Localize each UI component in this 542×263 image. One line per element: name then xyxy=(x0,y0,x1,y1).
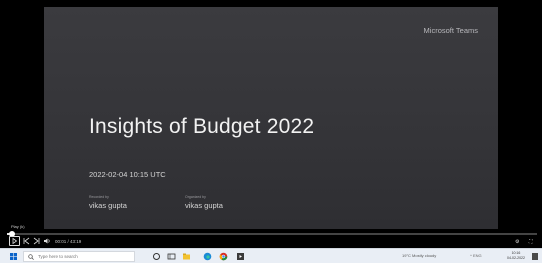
play-icon xyxy=(12,237,18,245)
recorded-by-name: vikas gupta xyxy=(89,201,127,210)
windows-start-icon[interactable] xyxy=(10,253,17,260)
skip-forward-icon xyxy=(33,237,40,245)
organized-by-block: Organized by vikas gupta xyxy=(185,195,223,210)
brand-label: Microsoft Teams xyxy=(423,26,478,35)
skip-back-icon xyxy=(23,237,30,245)
fullscreen-button[interactable]: ⛶ xyxy=(529,238,533,247)
weather-widget[interactable]: 19°C Mostly cloudy xyxy=(402,253,436,258)
search-icon xyxy=(28,254,34,260)
skip-forward-button[interactable] xyxy=(33,237,40,245)
slide-frame: Microsoft Teams Insights of Budget 2022 … xyxy=(44,7,498,229)
slide-title: Insights of Budget 2022 xyxy=(89,115,315,138)
search-placeholder: Type here to search xyxy=(38,254,78,259)
play-button[interactable] xyxy=(9,236,20,246)
settings-button[interactable]: ⚙ xyxy=(515,238,519,247)
volume-button[interactable] xyxy=(43,237,51,245)
video-player: Microsoft Teams Insights of Budget 2022 … xyxy=(0,0,542,248)
file-explorer-icon[interactable] xyxy=(182,252,191,261)
recorded-by-label: Recorded by xyxy=(89,195,109,199)
task-view-icon[interactable] xyxy=(167,252,176,261)
taskbar-search-input[interactable]: Type here to search xyxy=(23,251,135,262)
edge-browser-icon[interactable] xyxy=(203,252,212,261)
skip-back-button[interactable] xyxy=(23,237,30,245)
recorded-by-block: Recorded by vikas gupta xyxy=(89,195,127,210)
media-player-icon[interactable] xyxy=(236,252,245,261)
organized-by-name: vikas gupta xyxy=(185,201,223,210)
recording-datetime: 2022-02-04 10:15 UTC xyxy=(89,170,166,179)
organized-by-label: Organized by xyxy=(185,195,206,199)
notifications-icon[interactable] xyxy=(532,253,538,260)
settings-icon: ⚙ xyxy=(515,239,520,245)
system-tray[interactable]: ^ ENG xyxy=(470,253,482,258)
cortana-icon[interactable] xyxy=(152,252,161,261)
player-controls: 00:01 / 43:19 ⚙ ⛶ xyxy=(0,235,542,248)
fullscreen-icon: ⛶ xyxy=(529,239,533,245)
playback-time: 00:01 / 43:19 xyxy=(55,239,82,244)
windows-taskbar: Type here to search 19°C Mostly cloudy ^… xyxy=(0,248,542,263)
chrome-browser-icon[interactable] xyxy=(219,252,228,261)
volume-icon xyxy=(44,238,50,244)
play-tooltip: Play (k) xyxy=(11,224,25,229)
clock-date: 04-02-2022 xyxy=(507,256,525,260)
system-clock[interactable]: 10:16 04-02-2022 xyxy=(507,251,525,261)
